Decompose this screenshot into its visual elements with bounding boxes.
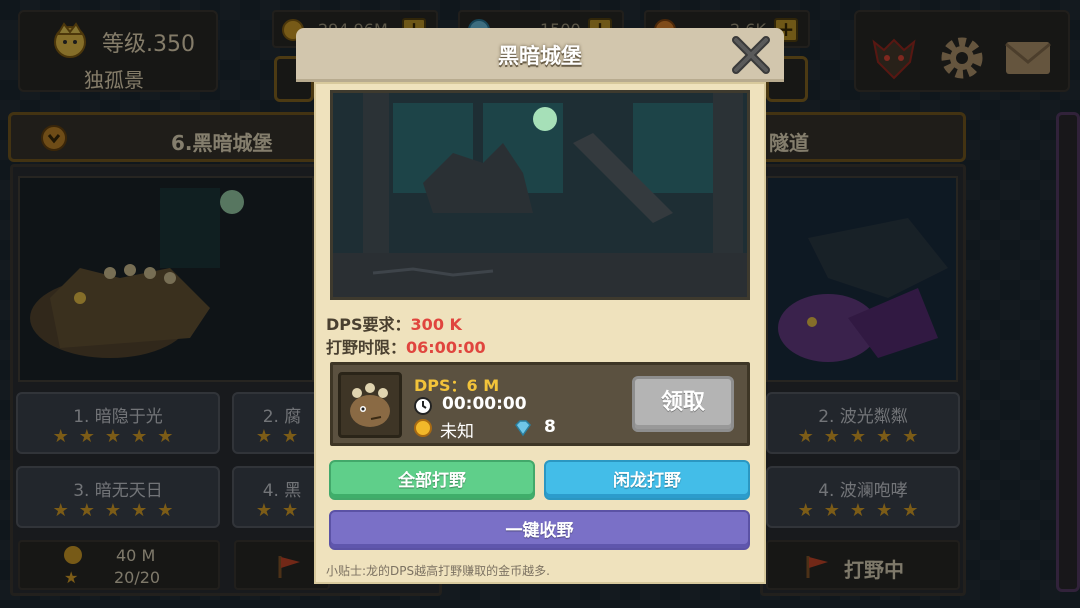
- diamond-icon: [515, 420, 531, 437]
- diamond-reward-count: 8: [544, 417, 556, 437]
- modal-title: 黑暗城堡: [498, 44, 582, 68]
- dps-requirement: DPS要求：300 K: [326, 311, 462, 335]
- triceratops-dragon-icon: [350, 383, 390, 427]
- dark-castle-scene: [330, 90, 750, 300]
- hunt-all-button[interactable]: 全部打野: [329, 460, 535, 500]
- time-limit-value: 06:00:00: [406, 338, 486, 357]
- collect-all-button[interactable]: 一键收野: [329, 510, 750, 550]
- dps-req-value: 300 K: [410, 315, 462, 334]
- reward-unknown: 未知: [440, 422, 474, 442]
- gold-coin-icon: [414, 419, 432, 437]
- collect-button[interactable]: 领取: [632, 376, 734, 432]
- dragon-dps: DPS：6 M: [414, 376, 500, 395]
- tip-text: 小贴士:龙的DPS越高打野赚取的金币越多.: [326, 564, 550, 578]
- dragon-portrait[interactable]: [338, 372, 402, 438]
- close-icon[interactable]: [726, 30, 776, 80]
- clock-icon: [414, 397, 432, 415]
- modal-title-bar: 黑暗城堡: [296, 28, 784, 82]
- time-limit: 打野时限：06:00:00: [326, 334, 486, 358]
- hunt-timer: 00:00:00: [442, 394, 527, 414]
- castle-ruins-image: [333, 93, 747, 297]
- dps-req-label: DPS要求：: [326, 315, 411, 334]
- idle-dragon-hunt-button[interactable]: 闲龙打野: [544, 460, 750, 500]
- time-limit-label: 打野时限：: [326, 338, 407, 357]
